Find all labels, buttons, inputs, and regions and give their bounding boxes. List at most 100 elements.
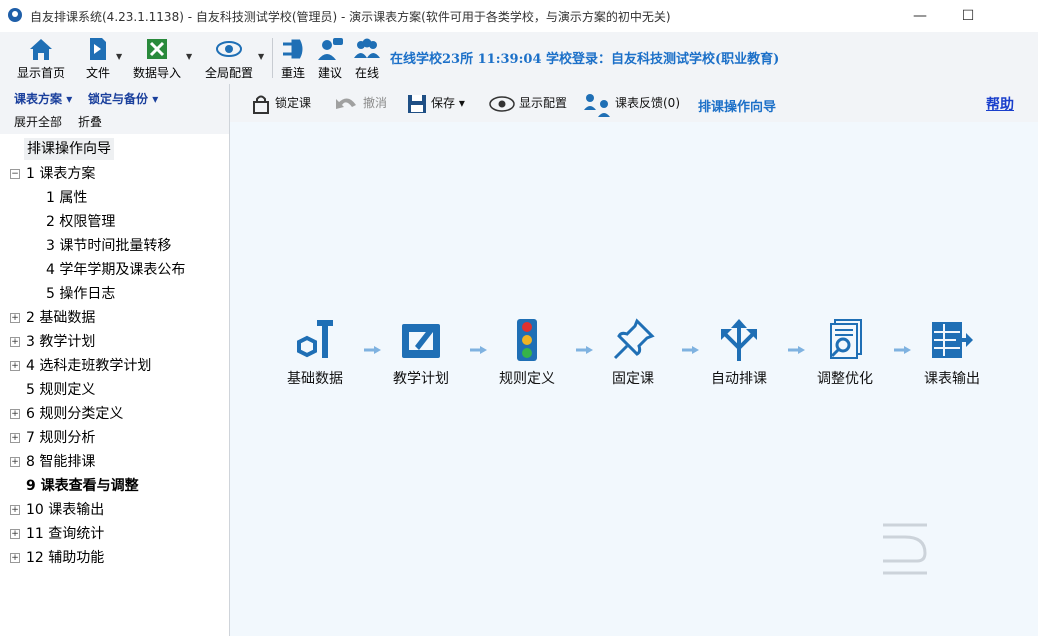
- step-label: 规则定义: [499, 371, 555, 387]
- step-label: 教学计划: [393, 371, 449, 387]
- step-adjust-optimize[interactable]: 调整优化: [795, 318, 895, 388]
- online-label: 在线: [354, 66, 379, 80]
- undo-icon: [336, 97, 356, 109]
- window-title: 自友排课系统(4.23.1.1138) - 自友科技测试学校(管理员) - 演示…: [30, 10, 671, 24]
- document-search-icon: [830, 319, 862, 359]
- expand-icon[interactable]: +: [10, 505, 20, 515]
- step-rule-definition[interactable]: 规则定义: [477, 318, 577, 388]
- suggest-button[interactable]: 建议: [314, 34, 346, 82]
- expand-icon[interactable]: +: [10, 337, 20, 347]
- toolbar-divider: [272, 38, 273, 78]
- lock-backup-menu[interactable]: 锁定与备份 ▾: [88, 90, 158, 107]
- app-logo-icon: [8, 8, 22, 22]
- step-fixed-course[interactable]: 固定课: [583, 318, 683, 388]
- branch-arrows-icon: [721, 319, 757, 361]
- config-dropdown-icon[interactable]: ▼: [258, 52, 264, 61]
- step-teaching-plan[interactable]: 教学计划: [371, 318, 471, 388]
- file-button[interactable]: 文件: [78, 34, 118, 82]
- user-chat-icon: [318, 38, 343, 60]
- expand-icon[interactable]: +: [10, 457, 20, 467]
- feedback-users-icon: [584, 93, 610, 117]
- expand-icon[interactable]: +: [10, 313, 20, 323]
- main-toolbar: 显示首页 文件 ▼ 数据导入 ▼ 全局配置 ▼ 重连 建议 在线 在线学校23所…: [0, 32, 1038, 85]
- status-line: 在线学校23所 11:39:04 学校登录：自友科技测试学校(职业教育): [390, 52, 780, 67]
- tree-item-label: 11 查询统计: [26, 526, 105, 542]
- import-dropdown-icon[interactable]: ▼: [186, 52, 192, 61]
- tree-item-label: 12 辅助功能: [26, 550, 105, 566]
- undo-button[interactable]: 撤消: [334, 88, 387, 118]
- step-label: 调整优化: [817, 371, 873, 387]
- step-basic-data[interactable]: 基础数据: [265, 318, 365, 388]
- excel-icon: [147, 39, 167, 59]
- tree-item-label: 7 规则分析: [26, 430, 96, 446]
- wizard-title: 排课操作向导: [698, 100, 777, 115]
- tree-item-label: 4 学年学期及课表公布: [46, 262, 186, 278]
- plan-menu[interactable]: 课表方案 ▾: [14, 90, 72, 107]
- reconnect-button[interactable]: 重连: [278, 34, 308, 82]
- expand-icon[interactable]: +: [10, 361, 20, 371]
- step-label: 课表输出: [924, 371, 980, 387]
- step-auto-schedule[interactable]: 自动排课: [689, 318, 789, 388]
- lock-icon: [253, 95, 269, 114]
- tree-item-label: 8 智能排课: [26, 454, 96, 470]
- action-bar: 锁定课 撤消 保存 ▾ 显示配置 课表反馈(0) 排课操作向导 帮助: [230, 84, 1038, 123]
- expand-icon[interactable]: +: [10, 433, 20, 443]
- feedback-button[interactable]: 课表反馈(0): [582, 88, 680, 118]
- tree-item-label: 9 课表查看与调整: [26, 478, 139, 494]
- global-config-button[interactable]: 全局配置: [198, 34, 260, 82]
- tree-header-wizard[interactable]: 排课操作向导: [24, 138, 114, 160]
- traffic-light-icon: [517, 319, 537, 361]
- file-label: 文件: [85, 66, 110, 80]
- step-schedule-output[interactable]: 课表输出: [902, 318, 1002, 388]
- lock-course-button[interactable]: 锁定课: [250, 88, 311, 118]
- step-label: 基础数据: [287, 371, 343, 387]
- users-icon: [354, 38, 380, 58]
- eye-icon: [489, 95, 515, 112]
- pushpin-icon: [613, 318, 655, 360]
- collapse-icon[interactable]: −: [10, 169, 20, 179]
- step-label: 自动排课: [711, 371, 767, 387]
- home-icon: [30, 39, 52, 60]
- save-button[interactable]: 保存 ▾: [406, 88, 465, 118]
- global-config-label: 全局配置: [204, 66, 253, 80]
- tree-item-label: 1 课表方案: [26, 166, 96, 182]
- tree-item-label: 2 基础数据: [26, 310, 96, 326]
- eye-gear-icon: [216, 41, 242, 57]
- import-button[interactable]: 数据导入: [126, 34, 188, 82]
- tree-item-label: 2 权限管理: [46, 214, 116, 230]
- online-button[interactable]: 在线: [350, 34, 384, 82]
- expand-icon[interactable]: +: [10, 409, 20, 419]
- home-label: 显示首页: [16, 66, 65, 80]
- tree-item-label: 5 操作日志: [46, 286, 116, 302]
- collapse-button[interactable]: 折叠: [78, 113, 102, 130]
- plug-icon: [283, 39, 303, 59]
- home-button[interactable]: 显示首页: [10, 34, 72, 82]
- minimize-button[interactable]: —: [900, 4, 940, 28]
- import-label: 数据导入: [132, 66, 181, 80]
- tree-item-label: 3 课节时间批量转移: [46, 238, 172, 254]
- expand-icon[interactable]: +: [10, 553, 20, 563]
- maximize-button[interactable]: ☐: [948, 4, 988, 28]
- file-dropdown-icon[interactable]: ▼: [116, 52, 122, 61]
- nav-tree: 排课操作向导 −1 课表方案 1 属性 2 权限管理 3 课节时间批量转移 4 学年学期…: [0, 134, 230, 636]
- watermark-logo-icon: [883, 523, 927, 575]
- tree-item-label: 6 规则分类定义: [26, 406, 124, 422]
- expand-icon[interactable]: +: [10, 529, 20, 539]
- table-export-icon: [932, 322, 973, 358]
- edit-board-icon: [402, 324, 440, 358]
- tree-item-label: 4 选科走班教学计划: [26, 358, 152, 374]
- help-link[interactable]: 帮助: [986, 94, 1014, 114]
- display-config-button[interactable]: 显示配置: [488, 88, 567, 118]
- tree-item-label: 1 属性: [46, 190, 88, 206]
- tree-item-label: 3 教学计划: [26, 334, 96, 350]
- tree-item-label: 5 规则定义: [26, 382, 96, 398]
- file-icon: [90, 38, 106, 60]
- tree-item-label: 10 课表输出: [26, 502, 105, 518]
- workflow-canvas: 基础数据 教学计划 规则定义 固定课 自动排课 调整优化 课表输出: [230, 122, 1038, 636]
- reconnect-label: 重连: [280, 66, 305, 80]
- bolt-nut-icon: [297, 320, 333, 358]
- plan-menu-bar: 课表方案 ▾ 锁定与备份 ▾ 展开全部 折叠: [0, 84, 230, 134]
- expand-all-button[interactable]: 展开全部: [14, 113, 62, 130]
- save-icon: [408, 94, 426, 113]
- suggest-label: 建议: [317, 66, 342, 80]
